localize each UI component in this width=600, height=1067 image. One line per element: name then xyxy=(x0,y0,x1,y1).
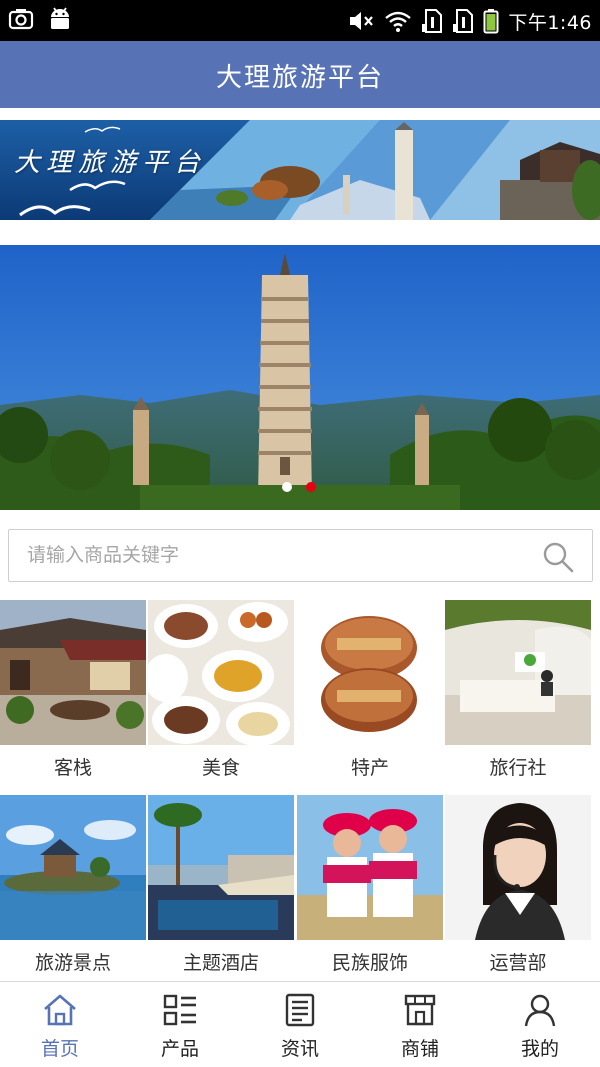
sim1-icon xyxy=(422,9,443,33)
search-icon[interactable] xyxy=(542,541,574,573)
nav-label: 资讯 xyxy=(280,1038,319,1060)
status-time: 下午1:46 xyxy=(508,11,592,34)
carousel-dot-2-active[interactable] xyxy=(306,482,316,492)
top-banner[interactable]: 大理旅游平台 xyxy=(0,120,600,220)
nav-item-shops[interactable]: 商铺 xyxy=(360,982,480,1067)
search-input[interactable] xyxy=(27,530,527,580)
home-icon xyxy=(44,994,76,1026)
search-bar xyxy=(8,529,593,582)
page-title: 大理旅游平台 xyxy=(215,63,384,93)
category-theme-hotel-image xyxy=(148,795,294,940)
nav-label: 产品 xyxy=(160,1038,199,1060)
nav-label: 首页 xyxy=(40,1038,79,1060)
mute-icon xyxy=(350,12,374,30)
bottom-nav: 首页 产品 资讯 商铺 我的 xyxy=(0,981,600,1067)
category-label: 主题酒店 xyxy=(182,952,259,974)
nav-item-products[interactable]: 产品 xyxy=(120,982,240,1067)
android-icon xyxy=(51,7,69,29)
category-food-image xyxy=(148,600,294,745)
category-operations-dept-image xyxy=(445,795,591,940)
category-label: 运营部 xyxy=(489,952,547,974)
battery-icon xyxy=(483,9,499,34)
three-pagodas-image xyxy=(0,245,600,510)
nav-item-news[interactable]: 资讯 xyxy=(240,982,360,1067)
news-icon xyxy=(285,993,315,1027)
category-label: 美食 xyxy=(201,757,240,779)
screenshot-icon xyxy=(8,9,34,30)
carousel-dot-1[interactable] xyxy=(282,482,292,492)
category-scenic-spots-image xyxy=(0,795,146,940)
nav-label: 我的 xyxy=(520,1038,559,1060)
category-scenic-spots[interactable]: 旅游景点 xyxy=(0,795,146,975)
wifi-icon xyxy=(385,11,412,32)
category-ethnic-costume[interactable]: 民族服饰 xyxy=(297,795,443,975)
hero-carousel[interactable] xyxy=(0,245,600,510)
nav-item-home[interactable]: 首页 xyxy=(0,982,120,1067)
shop-icon xyxy=(404,994,436,1026)
category-travel-agency-image xyxy=(445,600,591,745)
category-food[interactable]: 美食 xyxy=(148,600,294,780)
carousel-dots xyxy=(282,482,316,492)
category-label: 客栈 xyxy=(53,757,92,779)
nav-item-mine[interactable]: 我的 xyxy=(480,982,600,1067)
status-bar: 下午1:46 xyxy=(0,0,600,41)
category-travel-agency[interactable]: 旅行社 xyxy=(445,600,591,780)
user-icon xyxy=(524,994,556,1027)
sim2-icon xyxy=(453,9,474,33)
category-operations-dept[interactable]: 运营部 xyxy=(445,795,591,975)
category-specialty[interactable]: 特产 xyxy=(297,600,443,780)
category-label: 旅行社 xyxy=(489,757,547,779)
category-label: 民族服饰 xyxy=(331,952,408,974)
category-label: 旅游景点 xyxy=(34,952,111,974)
category-inn[interactable]: 客栈 xyxy=(0,600,146,780)
category-inn-image xyxy=(0,600,146,745)
app-header: 大理旅游平台 xyxy=(0,41,600,108)
nav-label: 商铺 xyxy=(400,1038,439,1060)
category-specialty-image xyxy=(297,600,443,745)
category-ethnic-costume-image xyxy=(297,795,443,940)
product-grid-icon xyxy=(163,994,196,1026)
category-label: 特产 xyxy=(350,757,389,779)
banner-text: 大理旅游平台 xyxy=(14,148,207,178)
category-theme-hotel[interactable]: 主题酒店 xyxy=(148,795,294,975)
